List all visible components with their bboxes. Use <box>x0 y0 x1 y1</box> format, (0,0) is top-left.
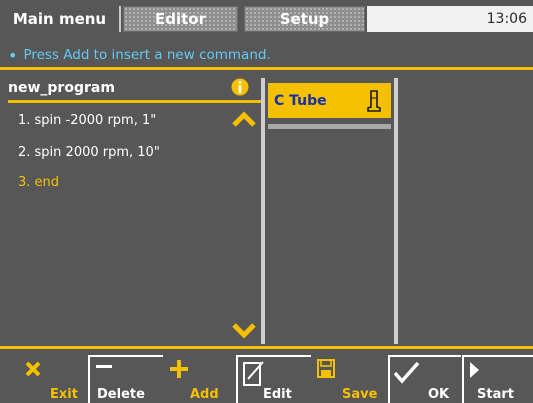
tab-main-menu[interactable]: Main menu <box>0 6 119 32</box>
tube-slot-underline <box>268 124 391 129</box>
exit-label: Exit <box>50 387 78 402</box>
play-icon <box>470 362 479 378</box>
program-line[interactable]: 1. spin -2000 rpm, 1" <box>18 113 156 128</box>
add-label: Add <box>190 387 219 402</box>
header-divider <box>0 67 533 70</box>
tube-label: C Tube <box>274 92 327 109</box>
save-label: Save <box>342 387 378 402</box>
info-message: • Press Add to insert a new command. <box>8 45 271 65</box>
floppy-disk-icon <box>317 359 335 378</box>
tab-separator <box>119 6 121 32</box>
delete-button[interactable]: Delete <box>88 355 164 403</box>
program-line-end[interactable]: 3. end <box>18 175 59 190</box>
exit-button[interactable]: Exit <box>0 355 88 403</box>
program-name: new_program <box>8 80 115 96</box>
ok-button[interactable]: OK <box>388 355 462 403</box>
edit-icon <box>243 361 264 386</box>
program-line[interactable]: 2. spin 2000 rpm, 10" <box>18 145 160 160</box>
program-name-underline <box>8 100 261 103</box>
info-message-text: Press Add to insert a new command. <box>23 47 271 63</box>
column-divider <box>394 78 398 344</box>
toolbar-divider <box>0 346 533 349</box>
edit-label: Edit <box>263 387 292 402</box>
clock: 13:06 <box>367 6 533 32</box>
save-button[interactable]: Save <box>312 355 388 403</box>
minus-icon <box>96 365 112 368</box>
scroll-up-icon[interactable] <box>231 110 257 128</box>
bullet-icon: • <box>8 45 18 65</box>
tube-slot[interactable]: C Tube <box>268 83 391 118</box>
checkmark-icon <box>393 361 420 384</box>
tab-setup[interactable]: Setup <box>244 6 365 32</box>
info-icon[interactable] <box>231 78 249 96</box>
tube-icon <box>367 90 381 112</box>
tab-editor[interactable]: Editor <box>123 6 238 32</box>
start-label: Start <box>477 387 514 402</box>
add-button[interactable]: Add <box>164 355 236 403</box>
ok-label: OK <box>428 387 450 402</box>
scroll-down-icon[interactable] <box>231 322 257 340</box>
delete-label: Delete <box>97 387 145 402</box>
plus-icon <box>170 360 188 378</box>
edit-button[interactable]: Edit <box>236 355 312 403</box>
column-divider <box>261 78 265 344</box>
close-icon <box>25 361 41 377</box>
top-tab-bar: Main menu Editor Setup 13:06 <box>0 0 533 40</box>
start-button[interactable]: Start <box>462 355 533 403</box>
